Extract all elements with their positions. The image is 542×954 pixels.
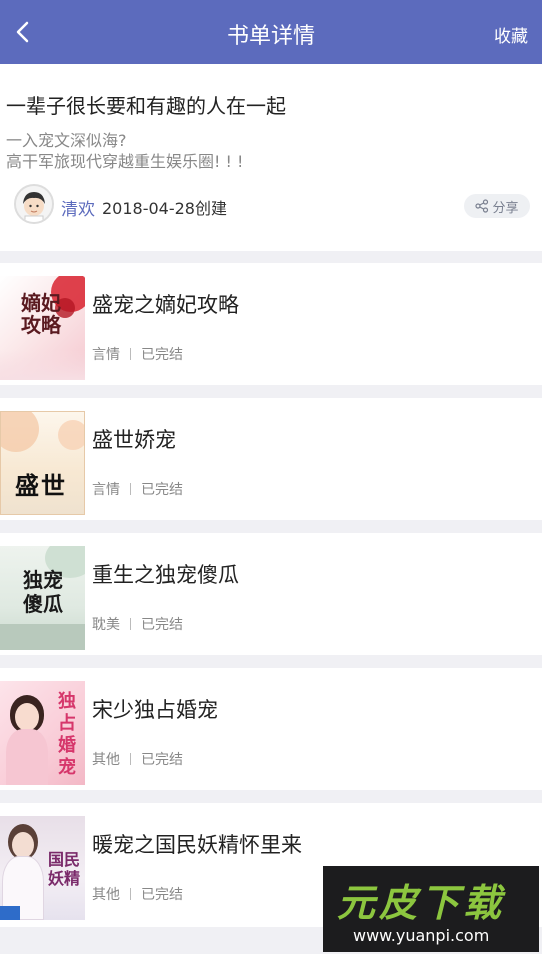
share-label: 分享 [492,200,519,216]
book-meta: 言情 已完结 [92,479,183,499]
top-bar: 书单详情 收藏 [0,0,542,64]
list-item[interactable]: 独占婚宠 宋少独占婚宠 其他 已完结 [0,668,542,790]
share-icon [475,199,489,213]
user-avatar-icon [16,186,52,222]
meta-divider [130,618,131,630]
book-meta: 其他 已完结 [92,884,183,904]
book-status: 已完结 [141,482,183,498]
book-meta: 耽美 已完结 [92,614,183,634]
cover-title: 盛世 [15,471,67,500]
meta-divider [130,753,131,765]
book-cover[interactable]: 独宠傻瓜 [0,546,85,650]
book-status: 已完结 [141,347,183,363]
site-watermark: 元皮下载 www.yuanpi.com [323,866,539,952]
book-category: 耽美 [92,617,120,633]
avatar[interactable] [14,184,54,224]
desc-line-1: 一入宠文深似海? [6,131,127,150]
meta-divider [130,348,131,360]
book-cover[interactable]: 国民妖精 [0,816,85,920]
book-title[interactable]: 盛宠之嫡妃攻略 [92,289,239,319]
book-category: 言情 [92,347,120,363]
book-category: 其他 [92,752,120,768]
book-meta: 言情 已完结 [92,344,183,364]
book-meta: 其他 已完结 [92,749,183,769]
watermark-brand: 元皮下载 [337,881,506,925]
book-status: 已完结 [141,752,183,768]
book-title[interactable]: 暖宠之国民妖精怀里来 [92,829,302,859]
created-date: 2018-04-28创建 [102,199,227,218]
book-title[interactable]: 宋少独占婚宠 [92,694,218,724]
booklist-title: 一辈子很长要和有趣的人在一起 [6,94,286,118]
cover-title: 国民妖精 [48,850,81,888]
book-category: 其他 [92,887,120,903]
desc-line-2: 高干军旅现代穿越重生娱乐圈! ! ! [6,152,244,171]
cover-title: 独占婚宠 [58,691,76,778]
cover-title: 嫡妃攻略 [21,291,61,337]
list-item[interactable]: 盛世 盛世娇宠 言情 已完结 [0,398,542,520]
book-cover[interactable]: 独占婚宠 [0,681,85,785]
book-cover[interactable]: 盛世 [0,411,85,515]
booklist-description: 一入宠文深似海? 高干军旅现代穿越重生娱乐圈! ! ! [6,130,243,172]
share-button[interactable]: 分享 [464,194,530,218]
book-status: 已完结 [141,887,183,903]
watermark-url: www.yuanpi.com [353,926,490,945]
meta-divider [130,888,131,900]
booklist-intro: 一辈子很长要和有趣的人在一起 一入宠文深似海? 高干军旅现代穿越重生娱乐圈! !… [0,64,542,251]
author-link[interactable]: 清欢 [61,195,95,220]
book-category: 言情 [92,482,120,498]
book-status: 已完结 [141,617,183,633]
book-title[interactable]: 盛世娇宠 [92,424,176,454]
book-title[interactable]: 重生之独宠傻瓜 [92,559,239,589]
favorite-button[interactable]: 收藏 [494,22,528,47]
list-item[interactable]: 嫡妃攻略 盛宠之嫡妃攻略 言情 已完结 [0,263,542,385]
cover-title: 独宠傻瓜 [23,568,63,616]
book-cover[interactable]: 嫡妃攻略 [0,276,85,380]
list-item[interactable]: 独宠傻瓜 重生之独宠傻瓜 耽美 已完结 [0,533,542,655]
page-title: 书单详情 [226,24,315,49]
meta-divider [130,483,131,495]
